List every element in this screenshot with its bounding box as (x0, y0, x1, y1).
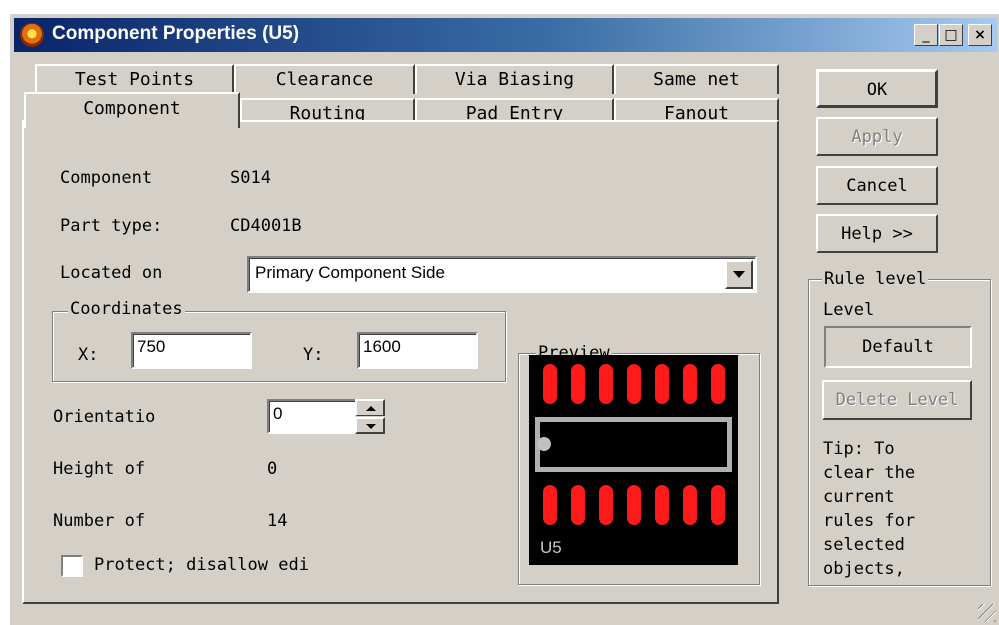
pad-bottom-3 (599, 485, 613, 525)
orientation-label: Orientatio (53, 407, 156, 427)
orientation-input[interactable]: 0 (267, 399, 357, 434)
pad-top-4 (627, 364, 641, 404)
spin-up-button[interactable] (355, 399, 385, 416)
located-on-selected: Primary Component Side (255, 263, 445, 282)
component-body-outline (535, 417, 732, 472)
spin-down-button[interactable] (355, 417, 385, 434)
located-on-label: Located on (60, 263, 163, 283)
tip-text: Tip: To clear the current rules for sele… (823, 437, 915, 581)
level-label: Level (823, 300, 875, 320)
cancel-button[interactable]: Cancel (816, 166, 938, 205)
preview-canvas: U5 (529, 355, 738, 565)
part-type-label: Part type: (60, 216, 163, 236)
x-label: X: (78, 345, 99, 365)
x-coordinate-input[interactable]: 750 (131, 332, 252, 369)
resize-grip-icon[interactable] (978, 604, 996, 622)
component-value: S014 (230, 168, 271, 188)
protect-checkbox[interactable] (61, 555, 83, 577)
dropdown-button[interactable] (725, 260, 753, 289)
panel-content: Component S014 Part type: CD4001B Locate… (0, 0, 999, 625)
rule-level-title: Rule level (822, 269, 929, 289)
pad-top-6 (683, 364, 697, 404)
pad-top-2 (571, 364, 585, 404)
help-button[interactable]: Help >> (816, 214, 938, 253)
arrow-up-icon (366, 406, 376, 411)
apply-button[interactable]: Apply (816, 117, 938, 156)
pin1-notch-icon (537, 437, 551, 451)
located-on-select[interactable]: Primary Component Side (247, 256, 757, 293)
pad-bottom-4 (627, 485, 641, 525)
pad-top-7 (711, 364, 725, 404)
orientation-spinner[interactable] (355, 399, 385, 434)
pad-bottom-6 (683, 485, 697, 525)
pad-top-5 (655, 364, 669, 404)
tip-line: objects, (823, 559, 905, 579)
number-label: Number of (53, 511, 146, 531)
coordinates-title: Coordinates (68, 299, 185, 319)
component-label: Component (60, 168, 153, 188)
part-type-value: CD4001B (230, 216, 302, 236)
tip-line: Tip: To (823, 439, 895, 459)
height-value: 0 (267, 459, 278, 479)
height-label: Height of (53, 459, 146, 479)
pad-bottom-2 (571, 485, 585, 525)
y-label: Y: (303, 345, 324, 365)
pad-bottom-5 (655, 485, 669, 525)
pad-top-3 (599, 364, 613, 404)
protect-label: Protect; disallow edi (94, 555, 309, 575)
tip-line: clear the (823, 463, 916, 483)
ok-button[interactable]: OK (816, 69, 938, 108)
y-coordinate-input[interactable]: 1600 (357, 332, 478, 369)
pad-bottom-7 (711, 485, 725, 525)
tip-line: rules for (823, 511, 916, 531)
delete-level-button[interactable]: Delete Level (822, 380, 972, 420)
tip-line: current (823, 487, 895, 507)
chevron-down-icon (733, 271, 745, 278)
refdes-label: U5 (540, 538, 562, 557)
pad-top-1 (543, 364, 557, 404)
arrow-down-icon (366, 424, 376, 429)
level-value: Default (824, 326, 972, 368)
pad-bottom-1 (543, 485, 557, 525)
tip-line: selected (823, 535, 905, 555)
number-value: 14 (267, 511, 288, 531)
